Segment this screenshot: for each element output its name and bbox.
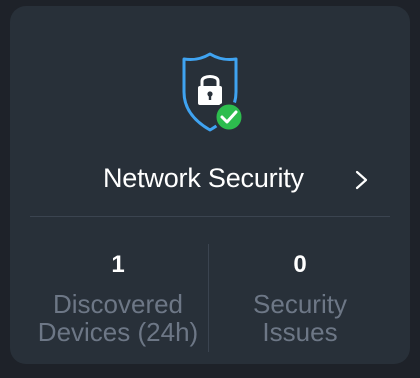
security-issues-stat[interactable]: 0 Security Issues <box>205 250 395 346</box>
discovered-devices-label: Discovered Devices (24h) <box>37 289 199 347</box>
security-issues-count: 0 <box>293 251 307 278</box>
network-security-card: Network Security 1 Discovered Devices (2… <box>10 6 410 364</box>
shield-lock-check-icon <box>182 50 256 134</box>
security-issues-label: Security Issues <box>253 289 347 347</box>
horizontal-divider <box>30 216 390 217</box>
network-security-link[interactable]: Network Security <box>10 154 410 204</box>
discovered-devices-stat[interactable]: 1 Discovered Devices (24h) <box>23 250 213 346</box>
discovered-devices-count: 1 <box>111 251 125 278</box>
card-title: Network Security <box>103 163 304 193</box>
chevron-right-icon[interactable] <box>352 169 372 191</box>
